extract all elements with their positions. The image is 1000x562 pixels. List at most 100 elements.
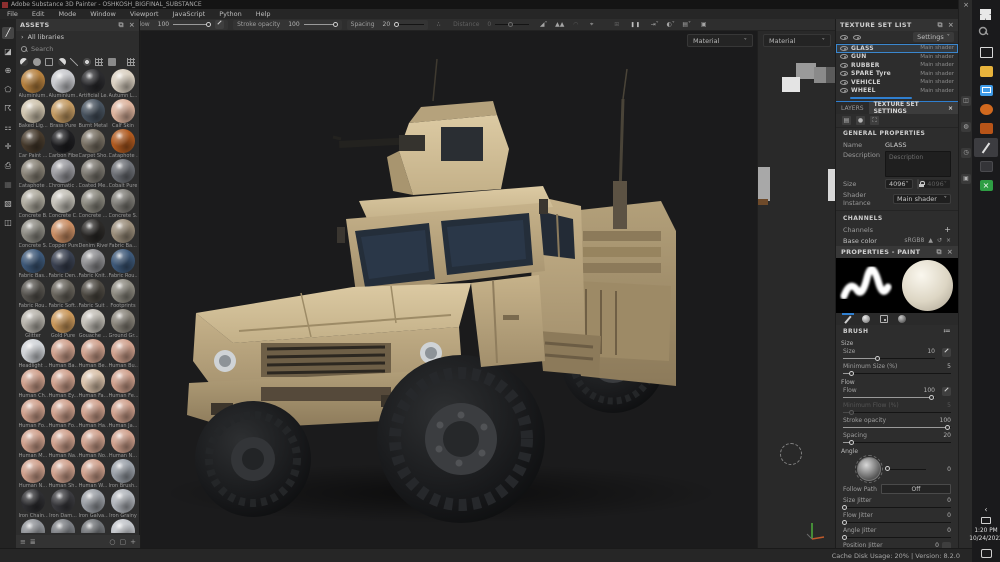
asset-swatch[interactable]: Iron Brush...: [109, 459, 138, 489]
projection-mode-icon[interactable]: ⇥˅: [649, 20, 660, 29]
asset-swatch[interactable]: Aluminium...: [19, 69, 48, 99]
slider-knob[interactable]: [842, 534, 848, 540]
param-slider[interactable]: [842, 504, 951, 510]
asset-swatch[interactable]: Fabric Ba...: [109, 219, 138, 249]
menu-item-help[interactable]: Help: [249, 10, 278, 18]
texture-set-row-wheel[interactable]: WHEEL Main shader: [836, 87, 958, 96]
distance-slider[interactable]: Distance 0: [453, 21, 530, 28]
asset-swatch[interactable]: Fabric Rou...: [109, 249, 138, 279]
pen-toggle[interactable]: [942, 387, 951, 396]
uv-island-quad[interactable]: [814, 67, 835, 83]
asset-swatch[interactable]: Human N...: [109, 429, 138, 459]
texture-set-row-vehicle[interactable]: VEHICLE Main shader: [836, 78, 958, 87]
visibility-eye-icon[interactable]: [840, 45, 848, 51]
texture-set-scrollbar[interactable]: [850, 97, 912, 99]
viewport-3d[interactable]: Material ˅: [141, 31, 757, 548]
smudge-tool[interactable]: ☈: [2, 103, 14, 115]
asset-swatch[interactable]: Human Fa...: [79, 369, 108, 399]
asset-swatch[interactable]: Human Ja...: [109, 399, 138, 429]
asset-swatch[interactable]: Denim Rivet: [79, 219, 108, 249]
size-dropdown[interactable]: 4096 ˅: [885, 179, 913, 189]
viewport-material-dropdown[interactable]: Material ˅: [687, 34, 753, 47]
taskbar-search-icon[interactable]: [974, 24, 998, 43]
tray-display-icon[interactable]: [981, 516, 991, 524]
param-size[interactable]: Size 10: [843, 348, 951, 361]
material-picker-tool[interactable]: ✛: [2, 141, 14, 153]
taskbar-dark-app-icon[interactable]: [974, 157, 998, 176]
filter-smart-materials-icon[interactable]: [32, 57, 41, 66]
pen-toggle[interactable]: [942, 348, 951, 357]
asset-swatch[interactable]: Artificial Le...: [79, 69, 108, 99]
vehicle-model[interactable]: [141, 31, 757, 548]
asset-swatch[interactable]: Fabric Knit...: [79, 249, 108, 279]
polygon-fill-tool[interactable]: ⬠: [2, 84, 14, 96]
menu-item-window[interactable]: Window: [83, 10, 123, 18]
panel-popout-icon[interactable]: ⧉: [937, 248, 942, 257]
asset-swatch[interactable]: Coated Me...: [79, 159, 108, 189]
taskbar-excel-icon[interactable]: ×: [974, 176, 998, 195]
visibility-eye-icon[interactable]: [840, 79, 848, 85]
snap-icon[interactable]: ⊞: [611, 20, 622, 29]
symmetry-icon[interactable]: ▲▲: [554, 20, 565, 29]
refresh-icon[interactable]: ○: [109, 538, 115, 546]
detail-view-icon[interactable]: ≣: [30, 538, 36, 546]
window-close-icon[interactable]: ×: [959, 1, 973, 9]
filter-textures-icon[interactable]: [95, 57, 103, 66]
asset-swatch[interactable]: Baked Lig...: [19, 99, 48, 129]
asset-swatch[interactable]: Fabric Den...: [49, 249, 78, 279]
asset-swatch[interactable]: Calf Skin: [109, 99, 138, 129]
asset-swatch[interactable]: [79, 519, 108, 533]
asset-swatch[interactable]: Iron Grainy: [109, 489, 138, 519]
asset-swatch[interactable]: Fabric Bas...: [19, 249, 48, 279]
asset-swatch[interactable]: Concrete C...: [49, 189, 78, 219]
chat-notification-icon[interactable]: [980, 549, 992, 558]
asset-swatch[interactable]: Ground Gr...: [109, 309, 138, 339]
slider-knob[interactable]: [929, 394, 935, 400]
menu-item-python[interactable]: Python: [212, 10, 249, 18]
asset-swatch[interactable]: Concrete B...: [19, 189, 48, 219]
render-mode-icon[interactable]: ▤˅: [681, 20, 692, 29]
library-selector[interactable]: › All libraries: [16, 31, 139, 43]
export-tool[interactable]: ⎙: [2, 160, 14, 172]
menu-item-javascript[interactable]: JavaScript: [166, 10, 213, 18]
asset-swatch[interactable]: Human M...: [19, 429, 48, 459]
asset-swatch[interactable]: Human Fo...: [49, 399, 78, 429]
menu-item-edit[interactable]: Edit: [25, 10, 52, 18]
preset-menu-icon[interactable]: ≔: [943, 327, 951, 335]
panel-popout-icon[interactable]: ⧉: [938, 21, 943, 30]
asset-swatch[interactable]: Human N...: [19, 459, 48, 489]
asset-swatch[interactable]: [109, 519, 138, 533]
asset-swatch[interactable]: Footprints: [109, 279, 138, 309]
asset-swatch[interactable]: Brass Pure: [49, 99, 78, 129]
asset-swatch[interactable]: Gold Pure: [49, 309, 78, 339]
asset-swatch[interactable]: Human Ha...: [79, 399, 108, 429]
stroke-opacity-slider[interactable]: Stroke opacity 100: [237, 21, 338, 28]
asset-swatch[interactable]: Human Na...: [49, 429, 78, 459]
panel-close-icon[interactable]: ×: [947, 248, 953, 256]
asset-swatch[interactable]: Human Ba...: [49, 339, 78, 369]
asset-swatch[interactable]: Car Paint ...: [19, 129, 48, 159]
asset-swatch[interactable]: Human Ch...: [19, 369, 48, 399]
eraser-tool[interactable]: ◪: [2, 46, 14, 58]
stencil-tool[interactable]: ◫: [2, 217, 14, 229]
asset-swatch[interactable]: Carpet Sho...: [79, 129, 108, 159]
param-slider[interactable]: [842, 534, 951, 540]
asset-swatch[interactable]: Human Fo...: [19, 399, 48, 429]
flow-slider[interactable]: Flow 100: [136, 21, 212, 28]
solo-eye-icon[interactable]: [853, 34, 861, 40]
taskbar-mail-icon[interactable]: [974, 81, 998, 100]
slider-knob[interactable]: [848, 439, 854, 445]
asset-swatch[interactable]: Autumn L...: [109, 69, 138, 99]
shader-ball-icon[interactable]: ●: [856, 116, 865, 125]
uv-island-quad[interactable]: [758, 199, 768, 205]
asset-swatch[interactable]: Concrete S...: [109, 189, 138, 219]
reset-channel-icon[interactable]: ↺: [937, 237, 942, 244]
projection-tool[interactable]: ⊕: [2, 65, 14, 77]
filter-materials-icon[interactable]: [20, 57, 28, 66]
menu-item-viewport[interactable]: Viewport: [123, 10, 166, 18]
asset-swatch[interactable]: [49, 519, 78, 533]
assets-popout-icon[interactable]: ⧉: [119, 21, 124, 30]
texture-set-row-gun[interactable]: GUN Main shader: [836, 53, 958, 62]
asset-swatch[interactable]: Fabric Suit ...: [79, 279, 108, 309]
texture-set-settings-dropdown[interactable]: Settings ˅: [913, 32, 954, 42]
